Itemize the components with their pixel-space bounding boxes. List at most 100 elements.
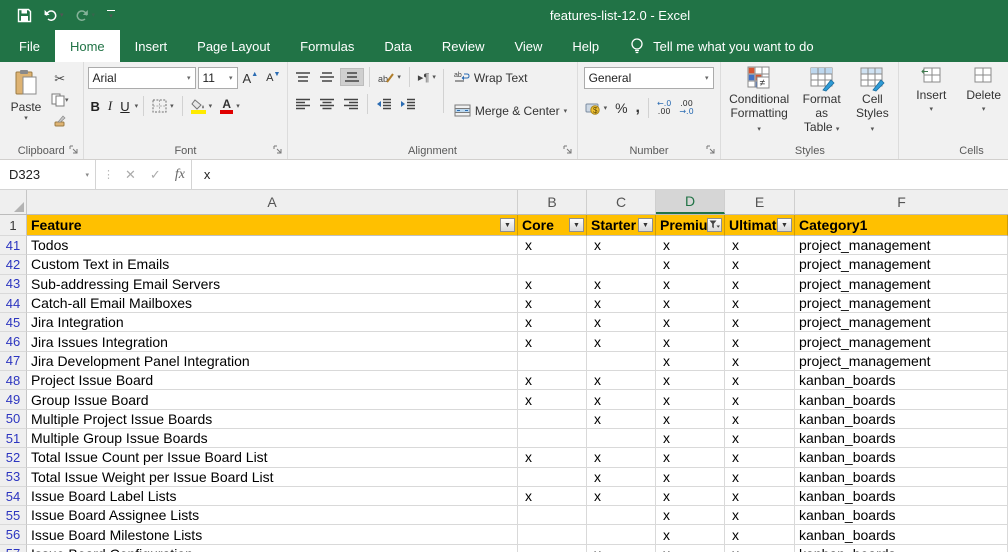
cell-feature[interactable]: Catch-all Email Mailboxes bbox=[27, 294, 518, 313]
cell-feature[interactable]: Multiple Project Issue Boards bbox=[27, 410, 518, 429]
cell-category[interactable]: kanban_boards bbox=[795, 371, 1008, 390]
cell-feature[interactable]: Sub-addressing Email Servers bbox=[27, 275, 518, 294]
cell-category[interactable]: kanban_boards bbox=[795, 487, 1008, 506]
cell-feature[interactable]: Issue Board Milestone Lists bbox=[27, 525, 518, 544]
tab-insert[interactable]: Insert bbox=[120, 30, 183, 62]
row-header-56[interactable]: 56 bbox=[0, 525, 27, 544]
cell-starter[interactable]: x bbox=[587, 487, 656, 506]
cell-core[interactable] bbox=[518, 545, 587, 552]
cell-category[interactable]: kanban_boards bbox=[795, 468, 1008, 487]
cell-feature[interactable]: Total Issue Weight per Issue Board List bbox=[27, 468, 518, 487]
cell-ultimate[interactable]: x bbox=[725, 468, 795, 487]
cell-premium[interactable]: x bbox=[656, 255, 725, 274]
cell-starter[interactable]: x bbox=[587, 313, 656, 332]
cell-ultimate[interactable]: x bbox=[725, 390, 795, 409]
align-center-button[interactable] bbox=[316, 96, 338, 112]
align-top-button[interactable] bbox=[292, 69, 314, 85]
font-dialog-launcher[interactable] bbox=[273, 145, 283, 155]
align-left-button[interactable] bbox=[292, 96, 314, 112]
select-all-corner[interactable] bbox=[0, 190, 27, 214]
text-direction-button[interactable]: ▸¶ ▾ bbox=[415, 69, 439, 86]
cell-feature[interactable]: Issue Board Configuration bbox=[27, 545, 518, 552]
confirm-entry-icon[interactable]: ✓ bbox=[150, 167, 161, 183]
cell-category[interactable]: kanban_boards bbox=[795, 448, 1008, 467]
cell-starter[interactable]: x bbox=[587, 410, 656, 429]
filter-applied-button[interactable] bbox=[707, 218, 722, 232]
cell-ultimate[interactable]: x bbox=[725, 313, 795, 332]
cell-core[interactable] bbox=[518, 352, 587, 371]
column-header-c[interactable]: C bbox=[587, 190, 656, 214]
borders-caret-icon[interactable]: ▾ bbox=[170, 102, 174, 110]
clipboard-dialog-launcher[interactable] bbox=[69, 145, 79, 155]
undo-caret-icon[interactable]: ▾ bbox=[60, 11, 64, 19]
filter-dropdown-button[interactable]: ▼ bbox=[569, 218, 584, 232]
align-right-button[interactable] bbox=[340, 96, 362, 112]
row-header-50[interactable]: 50 bbox=[0, 410, 27, 429]
row-header-54[interactable]: 54 bbox=[0, 487, 27, 506]
cell-starter[interactable] bbox=[587, 525, 656, 544]
cell-styles-button[interactable]: Cell Styles ▾ bbox=[850, 66, 894, 137]
format-painter-button[interactable] bbox=[48, 112, 72, 130]
formula-input[interactable]: x bbox=[192, 160, 1008, 189]
cell-feature[interactable]: Project Issue Board bbox=[27, 371, 518, 390]
cell-ultimate[interactable]: x bbox=[725, 371, 795, 390]
copy-button[interactable]: ▾ bbox=[48, 91, 72, 109]
cell-ultimate[interactable]: x bbox=[725, 236, 795, 255]
cell-premium[interactable]: x bbox=[656, 468, 725, 487]
paste-button[interactable]: Paste ▾ bbox=[4, 67, 48, 142]
cell-core[interactable]: x bbox=[518, 371, 587, 390]
orientation-caret-icon[interactable]: ▾ bbox=[397, 73, 401, 81]
cell-category[interactable]: project_management bbox=[795, 313, 1008, 332]
cell-core[interactable] bbox=[518, 429, 587, 448]
cell-ultimate[interactable]: x bbox=[725, 429, 795, 448]
paste-caret-icon[interactable]: ▾ bbox=[24, 114, 28, 122]
save-button[interactable] bbox=[13, 4, 36, 26]
cell-category[interactable]: project_management bbox=[795, 294, 1008, 313]
row-header-48[interactable]: 48 bbox=[0, 371, 27, 390]
number-format-combo[interactable]: General ▾ bbox=[584, 67, 714, 89]
cell-core[interactable]: x bbox=[518, 294, 587, 313]
cell-feature[interactable]: Multiple Group Issue Boards bbox=[27, 429, 518, 448]
borders-button[interactable]: ▾ bbox=[149, 97, 177, 115]
cell-premium[interactable]: x bbox=[656, 371, 725, 390]
tab-review[interactable]: Review bbox=[427, 30, 500, 62]
cell-category[interactable]: project_management bbox=[795, 332, 1008, 351]
cell-ultimate[interactable]: x bbox=[725, 545, 795, 552]
cell-category[interactable]: project_management bbox=[795, 255, 1008, 274]
decrease-decimal-button[interactable]: .00 →.0 bbox=[676, 98, 696, 118]
font-color-button[interactable]: A ▾ bbox=[217, 97, 243, 116]
cell-category[interactable]: kanban_boards bbox=[795, 506, 1008, 525]
accounting-caret-icon[interactable]: ▾ bbox=[604, 104, 608, 112]
cell-starter[interactable] bbox=[587, 506, 656, 525]
row-header-55[interactable]: 55 bbox=[0, 506, 27, 525]
cell-core[interactable]: x bbox=[518, 275, 587, 294]
cell-premium[interactable]: x bbox=[656, 352, 725, 371]
row-header-44[interactable]: 44 bbox=[0, 294, 27, 313]
accounting-format-button[interactable]: $ ▾ bbox=[582, 100, 611, 117]
cell-premium[interactable]: x bbox=[656, 545, 725, 552]
row-header-52[interactable]: 52 bbox=[0, 448, 27, 467]
cell-ultimate[interactable]: x bbox=[725, 332, 795, 351]
cell-starter[interactable]: x bbox=[587, 390, 656, 409]
tab-help[interactable]: Help bbox=[557, 30, 614, 62]
font-size-combo[interactable]: 11 ▾ bbox=[198, 67, 238, 89]
cell-starter[interactable]: x bbox=[587, 236, 656, 255]
cell-ultimate[interactable]: x bbox=[725, 410, 795, 429]
cancel-entry-icon[interactable]: ✕ bbox=[125, 167, 136, 183]
cell-starter[interactable]: x bbox=[587, 468, 656, 487]
cell-feature[interactable]: Group Issue Board bbox=[27, 390, 518, 409]
name-box-caret-icon[interactable]: ▾ bbox=[85, 171, 89, 179]
cell-category[interactable]: kanban_boards bbox=[795, 410, 1008, 429]
row-header-41[interactable]: 41 bbox=[0, 236, 27, 255]
redo-button[interactable]: ▾ bbox=[71, 4, 100, 26]
cell-starter[interactable]: x bbox=[587, 371, 656, 390]
cell-category[interactable]: kanban_boards bbox=[795, 545, 1008, 552]
row-header-57[interactable]: 57 bbox=[0, 545, 27, 552]
column-header-e[interactable]: E bbox=[725, 190, 795, 214]
comma-button[interactable]: , bbox=[633, 97, 643, 119]
cell-ultimate[interactable]: x bbox=[725, 487, 795, 506]
tab-home[interactable]: Home bbox=[55, 30, 120, 62]
cell-feature[interactable]: Jira Development Panel Integration bbox=[27, 352, 518, 371]
increase-indent-button[interactable] bbox=[397, 96, 419, 112]
cell-premium[interactable]: x bbox=[656, 525, 725, 544]
